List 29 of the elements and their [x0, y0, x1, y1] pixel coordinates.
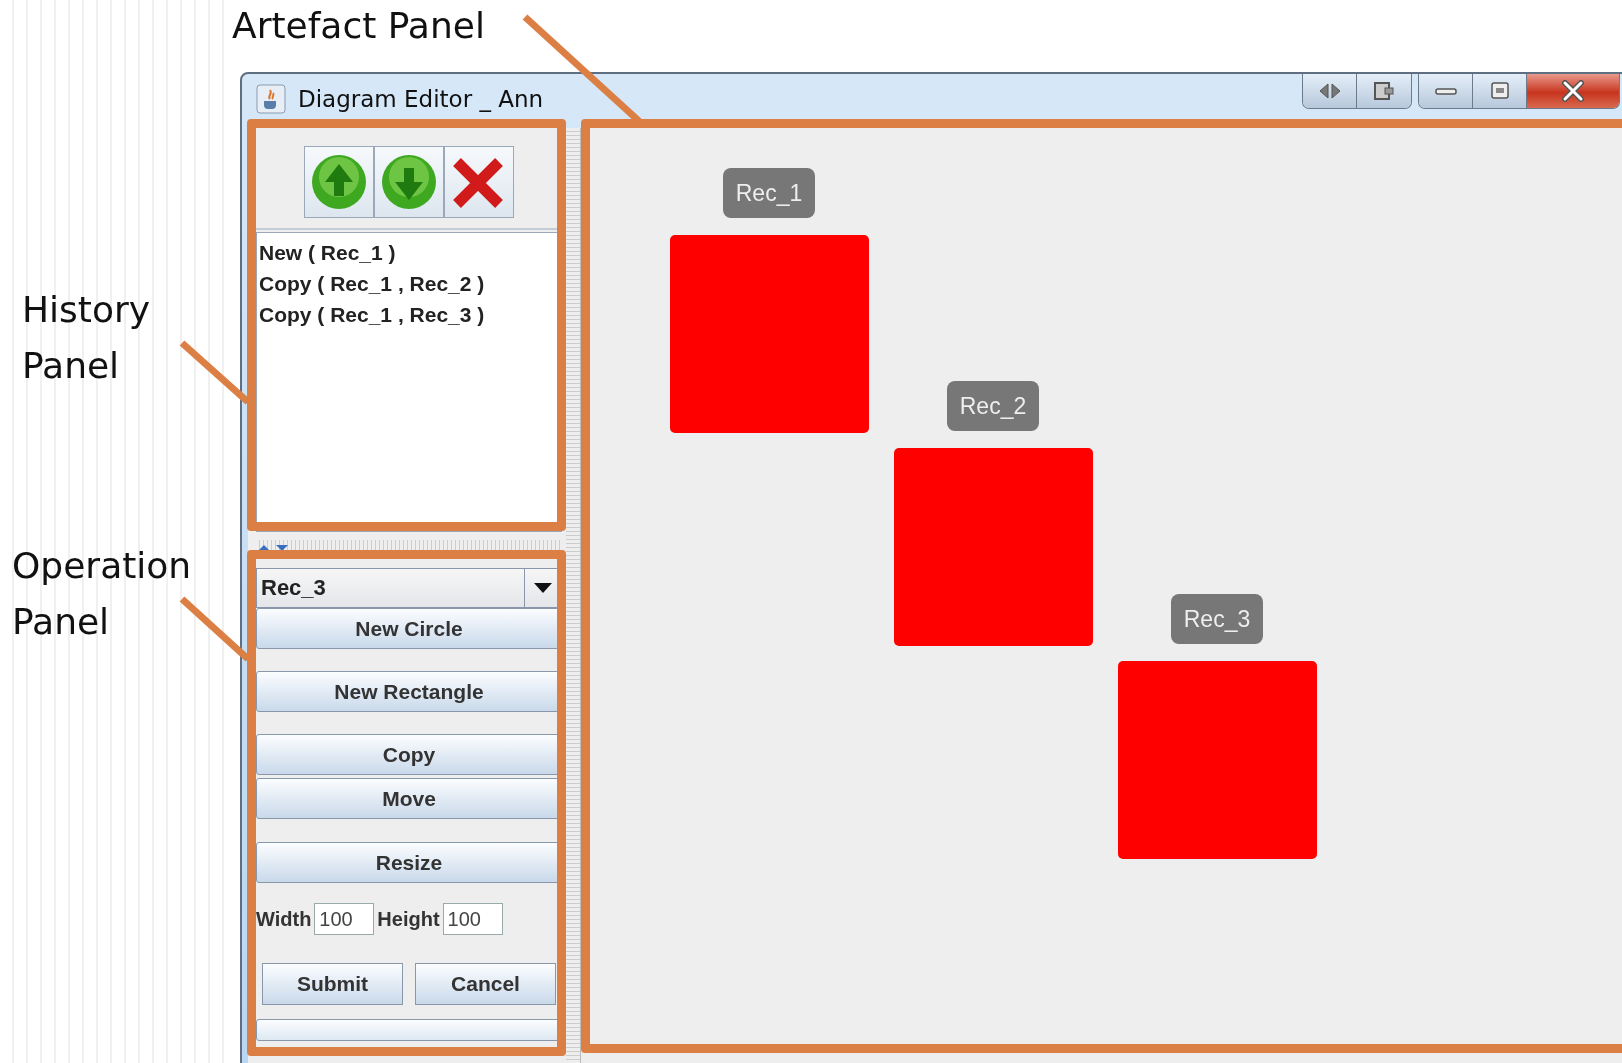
- history-entry[interactable]: Copy ( Rec_1 , Rec_2 ): [259, 268, 559, 299]
- shape-label: Rec_2: [947, 381, 1039, 431]
- exit-icon: [1371, 81, 1397, 101]
- minimize-button[interactable]: [1419, 74, 1473, 108]
- coffee-cup-icon: [256, 84, 286, 114]
- window-control-button[interactable]: [1303, 74, 1357, 108]
- move-down-button[interactable]: [374, 146, 444, 218]
- annotation-label: Artefact Panel: [232, 4, 485, 48]
- caret-icon: [533, 582, 553, 594]
- history-entry[interactable]: Copy ( Rec_1 , Rec_3 ): [259, 299, 559, 330]
- shape-label: Rec_1: [723, 168, 815, 218]
- shape-label: Rec_3: [1171, 594, 1263, 644]
- close-button[interactable]: [1527, 74, 1619, 108]
- action-button[interactable]: Cancel: [415, 963, 556, 1005]
- window-title: Diagram Editor _ Ann: [298, 86, 544, 112]
- window-control-button[interactable]: [1357, 74, 1411, 108]
- height-field[interactable]: 100: [442, 903, 503, 935]
- history-entry[interactable]: New ( Rec_1 ): [259, 237, 559, 268]
- width-label: Width: [256, 907, 312, 931]
- move-up-button[interactable]: [304, 146, 374, 218]
- annotation-label: Operation Panel: [12, 544, 193, 644]
- action-button[interactable]: Submit: [262, 963, 403, 1005]
- height-label: Height: [377, 907, 440, 931]
- close-icon: [1560, 80, 1586, 102]
- width-field[interactable]: 100: [314, 903, 375, 935]
- minimize-icon: [1434, 87, 1457, 95]
- maximize-button[interactable]: [1473, 74, 1527, 108]
- annotation-label: History Panel: [22, 288, 152, 388]
- delete-button[interactable]: [444, 146, 514, 218]
